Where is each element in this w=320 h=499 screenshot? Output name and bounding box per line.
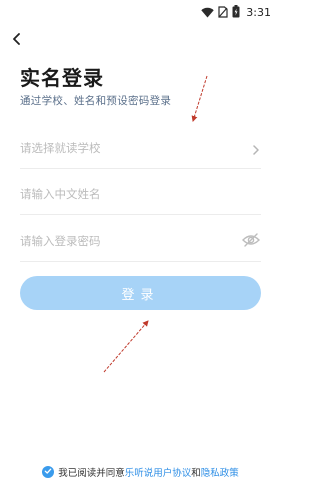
school-input[interactable] — [20, 138, 220, 158]
annotation-arrow-bottom — [103, 320, 149, 373]
annotation-arrow-top — [191, 75, 208, 122]
agreement-checkbox[interactable] — [42, 466, 55, 478]
back-arrow-icon — [12, 30, 22, 49]
user-agreement-link[interactable]: 乐听说用户协议 — [125, 468, 192, 479]
name-input[interactable] — [20, 184, 220, 204]
status-time: 3:31 — [246, 6, 271, 19]
wifi-icon — [201, 3, 214, 22]
eye-off-icon[interactable] — [241, 232, 261, 248]
back-button[interactable] — [8, 30, 26, 48]
status-icons: 3:31 — [201, 3, 271, 22]
page-title: 实名登录 — [20, 66, 104, 90]
page-subtitle: 通过学校、姓名和预设密码登录 — [20, 95, 172, 107]
agreement-row: 我已阅读并同意乐听说用户协议和隐私政策 — [0, 465, 281, 479]
checkmark-icon — [44, 467, 52, 478]
school-select-field[interactable] — [20, 132, 261, 169]
battery-icon — [232, 3, 240, 22]
name-field[interactable] — [20, 178, 261, 215]
status-bar: 3:31 — [0, 0, 281, 20]
login-button[interactable]: 登录 — [20, 276, 261, 310]
no-sim-icon — [218, 3, 228, 22]
agreement-text: 我已阅读并同意 — [58, 468, 125, 479]
password-input[interactable] — [20, 231, 220, 251]
password-field[interactable] — [20, 225, 261, 262]
privacy-policy-link[interactable]: 隐私政策 — [201, 468, 239, 479]
agreement-conjunction: 和 — [191, 468, 201, 479]
chevron-right-icon — [251, 141, 261, 155]
